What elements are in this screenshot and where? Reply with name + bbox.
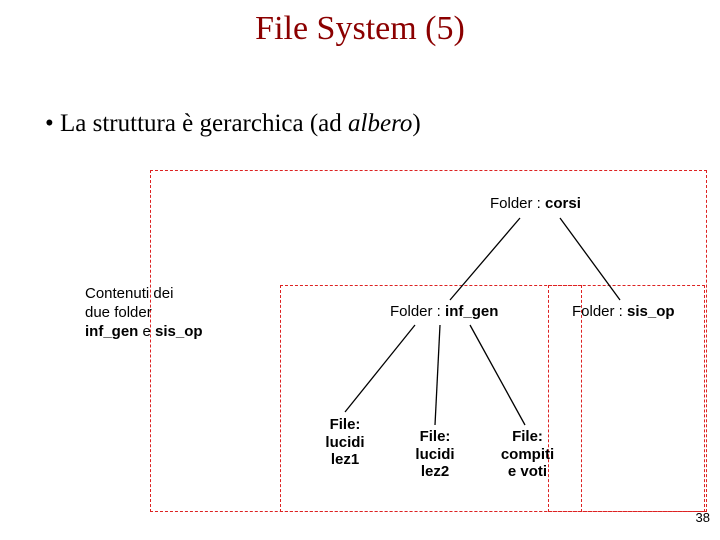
caption-mid: e [138,323,155,340]
caption-l2: due folder [85,304,152,321]
caption-infgen: inf_gen [85,323,138,340]
file1-l1: File: [330,416,361,433]
folder-prefix: Folder : [572,303,627,320]
folder-corsi-name: corsi [545,195,581,212]
file-lez1: File: lucidi lez1 [320,416,370,469]
folder-prefix: Folder : [490,195,545,212]
file3-l3: e voti [508,463,547,480]
file2-l2: lucidi [415,446,454,463]
file-lez2: File: lucidi lez2 [410,428,460,481]
caption-sisop: sis_op [155,323,203,340]
bullet-prefix: • La struttura è gerarchica (ad [45,110,348,137]
folder-sisop-label: Folder : sis_op [572,303,675,320]
folder-sisop-name: sis_op [627,303,675,320]
file1-l3: lez1 [331,451,359,468]
bullet-italic-word: albero [348,110,412,137]
file3-l1: File: [512,428,543,445]
file1-l2: lucidi [325,434,364,451]
folder-prefix: Folder : [390,303,445,320]
bullet-line: • La struttura è gerarchica (ad albero) [45,110,421,138]
file3-l2: compiti [501,446,554,463]
slide-title: File System (5) [0,0,720,48]
file2-l1: File: [420,428,451,445]
folder-infgen-label: Folder : inf_gen [390,303,498,320]
folder-infgen-name: inf_gen [445,303,498,320]
page-number: 38 [696,510,710,525]
caption-text: Contenuti dei due folder inf_gen e sis_o… [85,285,235,341]
bullet-suffix: ) [412,110,420,137]
file-compiti: File: compiti e voti [500,428,555,481]
file2-l3: lez2 [421,463,449,480]
caption-l1: Contenuti dei [85,285,173,302]
folder-corsi-label: Folder : corsi [490,195,581,212]
